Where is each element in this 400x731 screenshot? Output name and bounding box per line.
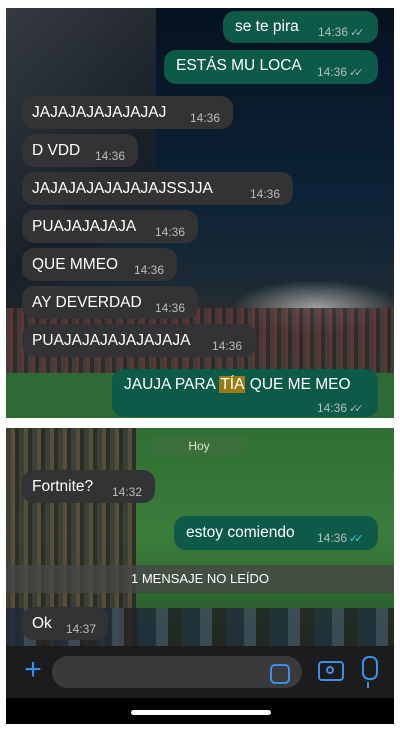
message-time: 14:36 ✓✓ <box>317 531 364 545</box>
plus-icon[interactable]: + <box>18 655 48 686</box>
message-input-bar: + <box>6 646 394 698</box>
message-text: PUAJAJAJAJA <box>32 218 137 235</box>
message-bubble-outgoing[interactable]: estoy comiendo 14:36 ✓✓ <box>174 516 378 550</box>
message-time: 14:36 <box>155 301 186 315</box>
message-time: 14:36 ✓✓ <box>317 401 364 415</box>
message-bubble-incoming[interactable]: JAJAJAJAJAJAJAJ 14:36 <box>22 96 233 129</box>
message-time: 14:36 <box>134 263 165 277</box>
message-text: JAJAJAJAJAJAJAJSSJJA <box>32 180 213 197</box>
message-time: 14:36 <box>190 111 221 125</box>
day-separator: Hoy <box>150 436 248 456</box>
delivered-ticks-icon: ✓✓ <box>349 67 364 79</box>
message-text: AY DEVERDAD <box>32 294 142 311</box>
message-bubble-outgoing[interactable]: ESTÁS MU LOCA 14:36 ✓✓ <box>164 50 378 84</box>
message-time: 14:36 <box>95 149 126 163</box>
message-time: 14:36 <box>212 339 243 353</box>
message-bubble-incoming[interactable]: PUAJAJAJAJAJAJAJA 14:36 <box>22 324 256 357</box>
message-text: JAUJA PARA TÍA QUE ME MEO <box>124 376 351 393</box>
message-bubble-incoming[interactable]: PUAJAJAJAJA 14:36 <box>22 210 198 243</box>
sticker-icon[interactable] <box>270 664 290 684</box>
message-text: ESTÁS MU LOCA <box>176 57 302 74</box>
search-highlight: TÍA <box>219 376 246 393</box>
message-text: Ok <box>32 615 52 632</box>
message-bubble-incoming[interactable]: QUE MMEO 14:36 <box>22 248 177 281</box>
message-time: 14:36 ✓✓ <box>318 25 365 39</box>
message-text: D VDD <box>32 142 81 159</box>
message-bubble-outgoing[interactable]: JAUJA PARA TÍA QUE ME MEO 14:36 ✓✓ <box>112 369 378 417</box>
message-input[interactable] <box>52 656 302 688</box>
delivered-ticks-icon: ✓✓ <box>349 403 364 415</box>
camera-icon[interactable] <box>318 661 344 681</box>
message-text: estoy comiendo <box>186 524 295 541</box>
message-time: 14:36 ✓✓ <box>317 65 364 79</box>
message-text: Fortnite? <box>32 478 94 495</box>
message-time: 14:37 <box>66 622 97 636</box>
message-time: 14:32 <box>112 485 143 499</box>
home-bar <box>6 698 394 724</box>
message-text: se te pira <box>235 18 299 35</box>
message-time: 14:36 <box>155 225 186 239</box>
message-bubble-incoming[interactable]: Ok 14:37 <box>22 607 108 640</box>
message-text: JAJAJAJAJAJAJAJ <box>32 104 167 121</box>
read-ticks-icon: ✓✓ <box>349 533 364 545</box>
home-indicator[interactable] <box>131 710 271 715</box>
message-bubble-incoming[interactable]: D VDD 14:36 <box>22 134 138 167</box>
message-bubble-outgoing[interactable]: se te pira 14:36 ✓✓ <box>223 11 378 43</box>
unread-messages-banner: 1 MENSAJE NO LEÍDO <box>6 565 394 593</box>
message-bubble-incoming[interactable]: Fortnite? 14:32 <box>22 470 155 503</box>
message-time: 14:36 <box>250 187 281 201</box>
microphone-icon[interactable] <box>362 656 378 688</box>
message-text: PUAJAJAJAJAJAJAJA <box>32 332 191 349</box>
message-text: QUE MMEO <box>32 256 119 273</box>
delivered-ticks-icon: ✓✓ <box>350 27 365 39</box>
message-bubble-incoming[interactable]: AY DEVERDAD 14:36 <box>22 286 198 319</box>
message-bubble-incoming[interactable]: JAJAJAJAJAJAJAJSSJJA 14:36 <box>22 172 293 205</box>
